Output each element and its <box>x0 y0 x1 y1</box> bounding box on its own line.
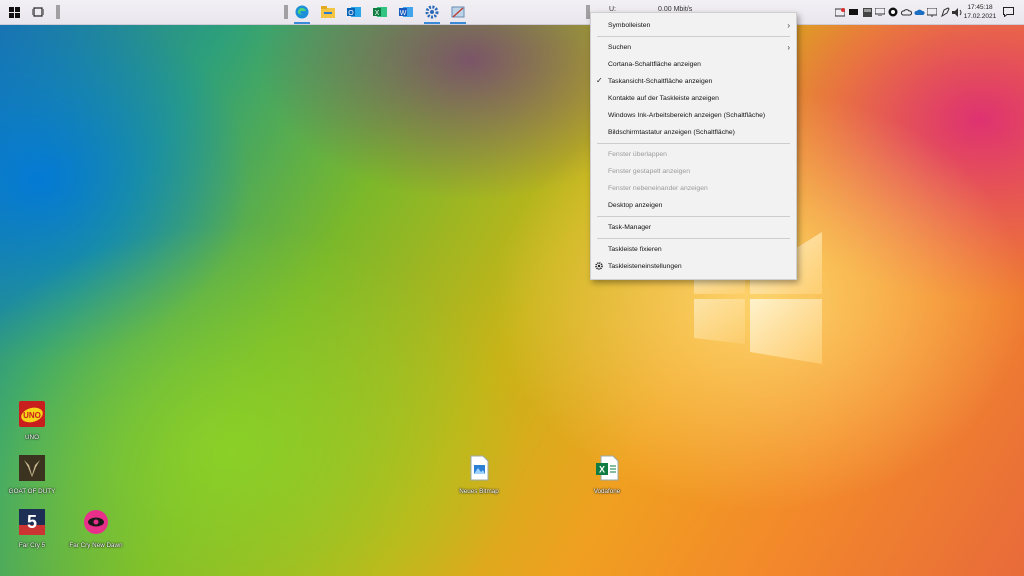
excel-icon[interactable]: X <box>372 4 388 20</box>
menu-item-taskansicht[interactable]: ✓ Taskansicht-Schaltfläche anzeigen <box>591 74 796 89</box>
menu-item-fenster-ueberlappen: Fenster überlappen <box>608 151 667 158</box>
menu-item-fenster-nebeneinander: Fenster nebeneinander anzeigen <box>608 185 708 192</box>
gear-icon <box>595 262 603 270</box>
snipping-tool-icon[interactable] <box>450 4 466 20</box>
menu-item-symbolleisten[interactable]: Symbolleisten › <box>591 18 796 33</box>
svg-text:O: O <box>348 10 354 17</box>
desktop-icon-far-cry-5[interactable]: 5 Far Cry 5 <box>2 509 62 549</box>
bitmap-file-icon <box>470 455 489 481</box>
toolbar-grip-icon[interactable] <box>50 4 66 20</box>
edge-browser-icon[interactable] <box>294 4 310 20</box>
desktop-icon-goat-of-duty[interactable]: GOAT OF DUTY <box>2 455 62 495</box>
far-cry-new-dawn-icon <box>84 510 108 534</box>
word-icon[interactable]: W <box>398 4 414 20</box>
active-indicator <box>424 22 440 24</box>
menu-separator <box>597 216 790 217</box>
checkmark-icon: ✓ <box>596 76 603 85</box>
active-indicator <box>294 22 310 24</box>
task-view-icon[interactable] <box>30 4 46 20</box>
menu-item-fenster-gestapelt: Fenster gestapelt anzeigen <box>608 168 690 175</box>
menu-item-task-manager[interactable]: Task-Manager <box>591 220 796 235</box>
start-icon[interactable] <box>6 4 22 20</box>
menu-separator <box>597 143 790 144</box>
svg-text:W: W <box>400 10 407 17</box>
desktop-icon-far-cry-new-dawn[interactable]: Far Cry New Dawn <box>66 509 126 549</box>
desktop-icon-uno[interactable]: UNO UNO <box>2 401 62 441</box>
desktop-icon-vodafone[interactable]: X Vodafone <box>577 455 637 495</box>
menu-item-cortana[interactable]: Cortana-Schaltfläche anzeigen <box>591 57 796 72</box>
menu-item-taskleisteneinstellungen[interactable]: Taskleisteneinstellungen <box>591 259 796 274</box>
menu-item-suchen[interactable]: Suchen › <box>591 40 796 55</box>
menu-item-windows-ink[interactable]: Windows Ink-Arbeitsbereich anzeigen (Sch… <box>591 108 796 123</box>
desktop-icon-neues-bitmap[interactable]: Neues Bitmap <box>449 455 509 495</box>
menu-item-bildschirmtastatur[interactable]: Bildschirmtastatur anzeigen (Schaltfläch… <box>591 125 796 140</box>
far-cry-5-icon: 5 <box>19 509 45 535</box>
outlook-icon[interactable]: O <box>346 4 362 20</box>
settings-icon[interactable] <box>424 4 440 20</box>
menu-item-taskleiste-fixieren[interactable]: Taskleiste fixieren <box>591 242 796 257</box>
goat-of-duty-icon <box>19 455 45 481</box>
excel-file-icon: X <box>596 455 619 481</box>
svg-text:X: X <box>599 465 605 475</box>
file-explorer-icon[interactable] <box>320 4 336 20</box>
toolbar-grip-icon[interactable] <box>278 4 294 20</box>
menu-item-kontakte[interactable]: Kontakte auf der Taskleiste anzeigen <box>591 91 796 106</box>
chevron-right-icon: › <box>787 21 790 30</box>
menu-separator <box>597 36 790 37</box>
uno-game-icon: UNO <box>19 401 45 427</box>
clock-time: 17:45:18 <box>967 4 993 11</box>
svg-text:X: X <box>375 10 380 17</box>
taskbar-context-menu: Symbolleisten › Suchen › Cortana-Schaltf… <box>590 12 797 280</box>
clock-date: 17.02.2021 <box>963 13 997 20</box>
svg-text:UNO: UNO <box>23 411 41 420</box>
chevron-right-icon: › <box>787 43 790 52</box>
svg-text:5: 5 <box>27 512 37 532</box>
menu-item-desktop-anzeigen[interactable]: Desktop anzeigen <box>591 198 796 213</box>
notification-center-icon[interactable] <box>1000 4 1016 20</box>
clock[interactable]: 17:45:18 17.02.2021 <box>962 3 998 21</box>
menu-separator <box>597 238 790 239</box>
taskbar: O X W U: 0.00 Mbit/s 17:45:18 17.02.2021 <box>0 0 1024 25</box>
active-indicator <box>450 22 466 24</box>
